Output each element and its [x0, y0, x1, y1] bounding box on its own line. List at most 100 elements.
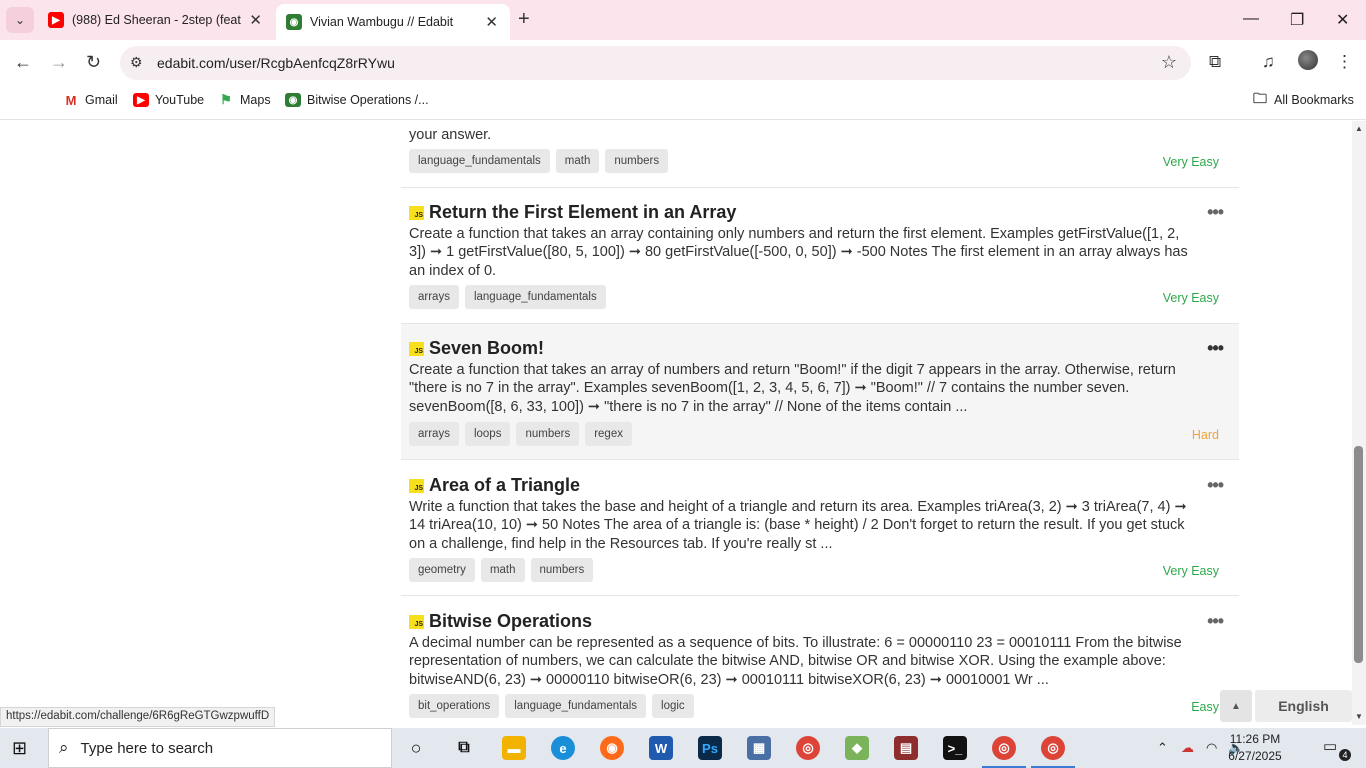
challenge-title[interactable]: Bitwise Operations	[429, 611, 592, 632]
challenge-title[interactable]: Area of a Triangle	[429, 475, 580, 496]
cortana-icon[interactable]: ○	[404, 736, 428, 760]
challenge-card-partial[interactable]: your answer. language_fundamentals math …	[401, 121, 1239, 188]
new-tab-button[interactable]: +	[518, 8, 530, 31]
app-icon[interactable]: ◆	[845, 736, 869, 760]
menu-kebab-icon[interactable]: ⋮	[1336, 52, 1353, 72]
difficulty-label: Very Easy	[1162, 291, 1219, 305]
taskbar-search[interactable]: ⌕ Type here to search	[48, 728, 392, 768]
more-options-icon[interactable]: •••	[1207, 338, 1224, 359]
reload-icon[interactable]: ↻	[86, 52, 101, 73]
clock-date: 6/27/2025	[1228, 749, 1282, 763]
tag[interactable]: geometry	[409, 558, 475, 582]
bookmark-gmail[interactable]: M Gmail	[63, 93, 118, 108]
tag[interactable]: loops	[464, 422, 511, 446]
word-icon[interactable]: W	[649, 736, 673, 760]
tag[interactable]: logic	[652, 694, 694, 718]
page-content: your answer. language_fundamentals math …	[0, 121, 1352, 725]
notification-count: 4	[1339, 749, 1351, 761]
bookmark-label: Gmail	[85, 93, 118, 107]
tag[interactable]: math	[555, 149, 600, 173]
tag[interactable]: math	[480, 558, 525, 582]
bookmark-maps[interactable]: ⚑ Maps	[218, 92, 271, 107]
bookmark-bitwise[interactable]: ◉ Bitwise Operations /...	[285, 93, 429, 107]
more-options-icon[interactable]: •••	[1207, 475, 1224, 496]
notification-center-icon[interactable]: ▭ 4	[1323, 737, 1351, 761]
bookmark-label: Bitwise Operations /...	[307, 93, 429, 107]
difficulty-label: Very Easy	[1162, 155, 1219, 169]
task-view-icon[interactable]: ⧉	[452, 736, 476, 760]
chrome-active-icon[interactable]: ◎	[1031, 736, 1075, 768]
all-bookmarks[interactable]: 🗀 All Bookmarks	[1252, 90, 1354, 107]
challenge-description: Write a function that takes the base and…	[409, 499, 1187, 552]
challenge-card[interactable]: JS Seven Boom! ••• Create a function tha…	[401, 324, 1239, 460]
tab-edabit[interactable]: ◉ Vivian Wambugu // Edabit ✕	[276, 4, 510, 40]
close-window-icon[interactable]: ✕	[1336, 10, 1349, 30]
chevron-down-icon: ⌄	[14, 13, 26, 27]
control-panel-icon[interactable]: ▦	[747, 736, 771, 760]
address-bar[interactable]: ⚙ edabit.com/user/RcgbAenfcqZ8rRYwu ☆	[120, 46, 1191, 80]
tag[interactable]: regex	[585, 422, 632, 446]
search-icon: ⌕	[59, 738, 69, 757]
tab-youtube[interactable]: ▶ (988) Ed Sheeran - 2step (feat. L ✕	[40, 0, 274, 40]
tab-search-button[interactable]: ⌄	[6, 7, 34, 33]
tray-chevron-up-icon[interactable]: ⌃	[1157, 740, 1168, 756]
scroll-down-arrow-icon[interactable]: ▼	[1355, 712, 1363, 721]
scroll-up-arrow-icon[interactable]: ▲	[1355, 124, 1363, 133]
terminal-icon[interactable]: >_	[943, 736, 967, 760]
challenge-title[interactable]: Seven Boom!	[429, 338, 544, 359]
folder-icon: 🗀	[1253, 90, 1267, 106]
bookmark-label: Maps	[240, 93, 271, 107]
clock-time: 11:26 PM	[1229, 732, 1281, 746]
close-icon[interactable]: ✕	[249, 11, 262, 29]
tag[interactable]: numbers	[605, 149, 669, 173]
wifi-icon[interactable]: ◠	[1206, 740, 1217, 756]
scrollbar-thumb[interactable]	[1354, 446, 1363, 663]
url-text: edabit.com/user/RcgbAenfcqZ8rRYwu	[157, 55, 395, 71]
firefox-icon[interactable]: ◉	[600, 736, 624, 760]
tag[interactable]: language_fundamentals	[505, 694, 647, 718]
tag[interactable]: numbers	[516, 422, 580, 446]
screen: ⌄ ▶ (988) Ed Sheeran - 2step (feat. L ✕ …	[0, 0, 1366, 768]
edabit-icon: ◉	[286, 14, 302, 30]
file-explorer-icon[interactable]: ▬	[502, 736, 526, 760]
minimize-icon[interactable]: —	[1243, 10, 1259, 28]
more-options-icon[interactable]: •••	[1207, 611, 1224, 632]
language-button[interactable]: English	[1255, 690, 1352, 722]
extensions-icon[interactable]: ⧉	[1209, 52, 1221, 72]
all-bookmarks-label: All Bookmarks	[1274, 93, 1354, 107]
profile-avatar[interactable]	[1298, 50, 1318, 70]
challenge-card[interactable]: JS Return the First Element in an Array …	[401, 188, 1239, 324]
tag[interactable]: arrays	[409, 285, 459, 309]
apps-icon[interactable]: ⊞	[18, 93, 40, 107]
tag[interactable]: bit_operations	[409, 694, 500, 718]
tag[interactable]: language_fundamentals	[464, 285, 606, 309]
forward-icon[interactable]: →	[50, 52, 68, 73]
edge-icon[interactable]: e	[551, 736, 575, 760]
page-scrollbar[interactable]: ▲ ▼	[1352, 121, 1366, 725]
challenge-title[interactable]: Return the First Element in an Array	[429, 202, 736, 223]
challenge-card[interactable]: JS Area of a Triangle ••• Write a functi…	[401, 460, 1239, 596]
youtube-icon: ▶	[133, 93, 149, 107]
restore-icon[interactable]: ❐	[1290, 10, 1304, 30]
chrome-icon[interactable]: ◎	[796, 736, 820, 760]
back-icon[interactable]: ←	[14, 52, 32, 73]
tag-list: bit_operations language_fundamentals log…	[409, 694, 694, 718]
more-options-icon[interactable]: •••	[1207, 202, 1224, 223]
tag[interactable]: arrays	[409, 422, 459, 446]
winrar-icon[interactable]: ▤	[894, 736, 918, 760]
onedrive-icon[interactable]: ☁	[1181, 740, 1194, 756]
chrome-profile-icon[interactable]: ◎	[982, 736, 1026, 768]
challenge-card[interactable]: JS Bitwise Operations ••• A decimal numb…	[401, 596, 1239, 725]
bookmark-youtube[interactable]: ▶ YouTube	[133, 93, 204, 107]
taskbar-clock[interactable]: 11:26 PM 6/27/2025	[1227, 731, 1283, 765]
bookmark-star-icon[interactable]: ☆	[1161, 52, 1177, 73]
tag[interactable]: language_fundamentals	[409, 149, 550, 173]
close-icon[interactable]: ✕	[485, 13, 498, 31]
photoshop-icon[interactable]: Ps	[698, 736, 722, 760]
site-info-icon[interactable]: ⚙	[130, 54, 143, 71]
media-control-icon[interactable]: ♫	[1262, 52, 1275, 72]
difficulty-label: Easy	[1191, 700, 1219, 714]
windows-start-icon[interactable]: ⊞	[12, 738, 27, 759]
tag[interactable]: numbers	[530, 558, 594, 582]
scroll-to-top-button[interactable]: ▲	[1220, 690, 1252, 722]
